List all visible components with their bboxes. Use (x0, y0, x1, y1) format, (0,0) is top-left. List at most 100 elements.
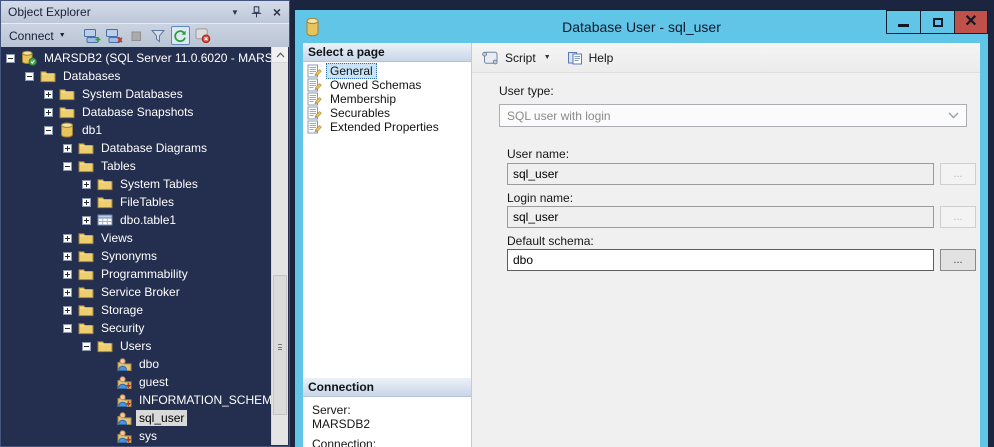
login-name-browse-button[interactable]: ... (940, 206, 976, 228)
dialog-body: Select a page GeneralOwned SchemasMember… (303, 43, 980, 447)
scrollbar-up-arrow[interactable] (272, 47, 288, 63)
stop-icon[interactable] (127, 26, 146, 45)
expand-icon[interactable] (82, 198, 91, 207)
expand-icon[interactable] (82, 180, 91, 189)
folder-icon (97, 176, 113, 192)
tree-item-dbo-table1[interactable]: dbo.table1 (2, 211, 271, 229)
pin-icon[interactable] (249, 5, 263, 19)
user-name-field[interactable] (507, 163, 934, 185)
expand-icon[interactable] (44, 108, 53, 117)
default-schema-field[interactable] (507, 249, 934, 271)
folder-icon (59, 104, 75, 120)
connect-server-icon[interactable] (83, 26, 102, 45)
user-disabled-icon (116, 374, 132, 390)
page-item-owned-schemas[interactable]: Owned Schemas (303, 78, 471, 92)
page-item-extended-properties[interactable]: Extended Properties (303, 120, 471, 134)
tree-item-users[interactable]: Users (2, 337, 271, 355)
tree-item-system-databases[interactable]: System Databases (2, 85, 271, 103)
object-explorer-titlebar-actions: ▼ × (228, 5, 284, 19)
page-item-general[interactable]: General (303, 64, 471, 78)
tree-item-label: System Tables (117, 176, 201, 192)
expand-icon[interactable] (63, 252, 72, 261)
refresh-icon[interactable] (171, 26, 190, 45)
tree-item-sys[interactable]: sys (2, 427, 271, 445)
tree-item-views[interactable]: Views (2, 229, 271, 247)
folder-icon (78, 320, 94, 336)
collapse-icon[interactable] (82, 342, 91, 351)
tree-item-label: Database Diagrams (98, 140, 210, 156)
user-type-combobox[interactable]: SQL user with login (499, 104, 967, 127)
connect-button[interactable]: Connect ▼ (6, 27, 69, 45)
tree-item-dbo[interactable]: dbo (2, 355, 271, 373)
close-button[interactable]: ✕ (954, 10, 988, 34)
tree-scrollbar[interactable] (271, 47, 288, 445)
tree-item-guest[interactable]: guest (2, 373, 271, 391)
scrollbar-thumb[interactable] (273, 275, 287, 415)
help-icon (567, 51, 583, 65)
script-icon (481, 51, 499, 65)
maximize-icon (933, 18, 943, 27)
tree-item-sql-user[interactable]: sql_user (2, 409, 271, 427)
tree-item-label: sql_user (136, 410, 187, 426)
page-item-membership[interactable]: Membership (303, 92, 471, 106)
disconnect-server-icon[interactable] (105, 26, 124, 45)
collapse-icon[interactable] (44, 126, 53, 135)
tree-item-synonyms[interactable]: Synonyms (2, 247, 271, 265)
minimize-button[interactable] (886, 10, 921, 34)
collapse-icon[interactable] (25, 72, 34, 81)
script-error-icon[interactable] (193, 26, 212, 45)
user-icon (116, 356, 132, 372)
expand-icon[interactable] (63, 144, 72, 153)
tree-item-label: sys (136, 428, 160, 444)
default-schema-browse-button[interactable]: ... (940, 249, 976, 271)
database-user-dialog: Database User - sql_user ✕ Select a page… (295, 10, 988, 447)
tree-item-tables[interactable]: Tables (2, 157, 271, 175)
page-icon (307, 64, 322, 78)
tree-item-label: Database Snapshots (79, 104, 196, 120)
user-icon (116, 410, 132, 426)
expand-icon[interactable] (63, 270, 72, 279)
user-name-browse-button[interactable]: ... (940, 163, 976, 185)
scrollbar-grip-icon (278, 344, 282, 350)
help-button[interactable]: Help (567, 51, 614, 65)
tree-item-information-schema[interactable]: INFORMATION_SCHEMA (2, 391, 271, 409)
page-icon (307, 120, 322, 134)
close-icon[interactable]: × (270, 5, 284, 19)
collapse-icon[interactable] (63, 162, 72, 171)
object-explorer-tree: MARSDB2 (SQL Server 11.0.6020 - MARSDDat… (2, 47, 271, 445)
folder-icon (78, 230, 94, 246)
tree-item-marsdb2-sql-server-11-0-6020-m[interactable]: MARSDB2 (SQL Server 11.0.6020 - MARSD (2, 49, 271, 67)
object-explorer-panel: Object Explorer ▼ × Connect ▼ MARSDB2 (S… (0, 0, 290, 447)
expand-icon[interactable] (63, 288, 72, 297)
tree-item-service-broker[interactable]: Service Broker (2, 283, 271, 301)
tree-item-system-tables[interactable]: System Tables (2, 175, 271, 193)
tree-item-filetables[interactable]: FileTables (2, 193, 271, 211)
help-button-label: Help (589, 51, 614, 65)
collapse-icon[interactable] (6, 54, 15, 63)
collapse-icon[interactable] (63, 324, 72, 333)
minimize-icon (898, 24, 909, 27)
tree-item-security[interactable]: Security (2, 319, 271, 337)
tree-item-databases[interactable]: Databases (2, 67, 271, 85)
tree-item-database-snapshots[interactable]: Database Snapshots (2, 103, 271, 121)
expand-icon[interactable] (44, 90, 53, 99)
tree-item-database-diagrams[interactable]: Database Diagrams (2, 139, 271, 157)
expand-icon[interactable] (63, 306, 72, 315)
tree-item-label: INFORMATION_SCHEMA (136, 392, 271, 408)
database-icon (305, 17, 320, 37)
filter-icon[interactable] (149, 26, 168, 45)
chevron-down-icon[interactable]: ▼ (544, 54, 551, 61)
script-button[interactable]: Script ▼ (481, 51, 551, 65)
maximize-button[interactable] (920, 10, 955, 34)
tree-item-storage[interactable]: Storage (2, 301, 271, 319)
page-item-securables[interactable]: Securables (303, 106, 471, 120)
user-disabled-icon (116, 428, 132, 444)
folder-icon (40, 68, 56, 84)
tree-item-db1[interactable]: db1 (2, 121, 271, 139)
expand-icon[interactable] (82, 216, 91, 225)
tree-item-programmability[interactable]: Programmability (2, 265, 271, 283)
expand-icon[interactable] (63, 234, 72, 243)
window-position-icon[interactable]: ▼ (228, 5, 242, 19)
table-icon (97, 212, 113, 228)
login-name-field[interactable] (507, 206, 934, 228)
